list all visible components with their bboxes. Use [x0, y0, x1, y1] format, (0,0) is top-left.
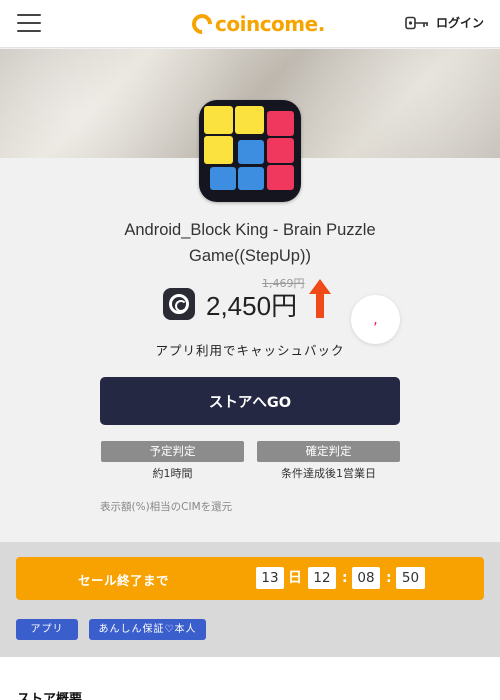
- hamburger-icon[interactable]: [17, 14, 41, 32]
- logo-text: coincome.: [215, 12, 325, 36]
- confirmed-judgement-label: 確定判定: [257, 441, 400, 462]
- app-icon: [199, 100, 301, 202]
- login-label: ログイン: [435, 16, 484, 30]
- countdown-hours: 12: [308, 567, 336, 589]
- tag-app[interactable]: アプリ: [16, 619, 78, 640]
- tag-guarantee[interactable]: あんしん保証♡本人: [89, 619, 206, 640]
- countdown-days: 13: [256, 567, 284, 589]
- countdown-separator: :: [342, 570, 348, 586]
- header: coincome. ログイン: [0, 0, 500, 48]
- countdown-separator: :: [386, 570, 392, 586]
- coin-icon: [163, 288, 195, 320]
- scheduled-judgement-label: 予定判定: [101, 441, 244, 462]
- logo[interactable]: coincome.: [187, 9, 325, 39]
- key-icon: [405, 16, 428, 29]
- price-row: 2,450円: [163, 286, 297, 322]
- rebate-note: 表示額(%)相当のCIMを還元: [100, 501, 233, 513]
- login-button[interactable]: ログイン: [405, 14, 484, 31]
- countdown-seconds: 50: [396, 567, 425, 589]
- scheduled-judgement-value: 約1時間: [152, 467, 193, 480]
- store-go-button[interactable]: ストアへGO: [100, 377, 400, 425]
- countdown-minutes: 08: [352, 567, 380, 589]
- up-arrow-icon: [309, 279, 331, 318]
- app-title: Android_Block King - Brain Puzzle Game((…: [124, 221, 376, 265]
- confirmed-judgement: 確定判定 条件達成後1営業日: [257, 441, 400, 481]
- logo-mark-icon: [187, 9, 217, 39]
- price: 2,450円: [206, 290, 298, 321]
- favorite-button[interactable]: ,: [351, 295, 400, 344]
- sale-label: セール終了まで: [78, 573, 170, 588]
- scheduled-judgement: 予定判定 約1時間: [101, 441, 244, 481]
- cashback-note: アプリ利用でキャッシュバック: [155, 343, 345, 358]
- confirmed-judgement-value: 条件達成後1営業日: [281, 467, 376, 480]
- favorite-icon: ,: [373, 311, 378, 328]
- countdown-day-unit: 日: [288, 570, 302, 586]
- store-overview-title: ストア概要: [17, 692, 83, 700]
